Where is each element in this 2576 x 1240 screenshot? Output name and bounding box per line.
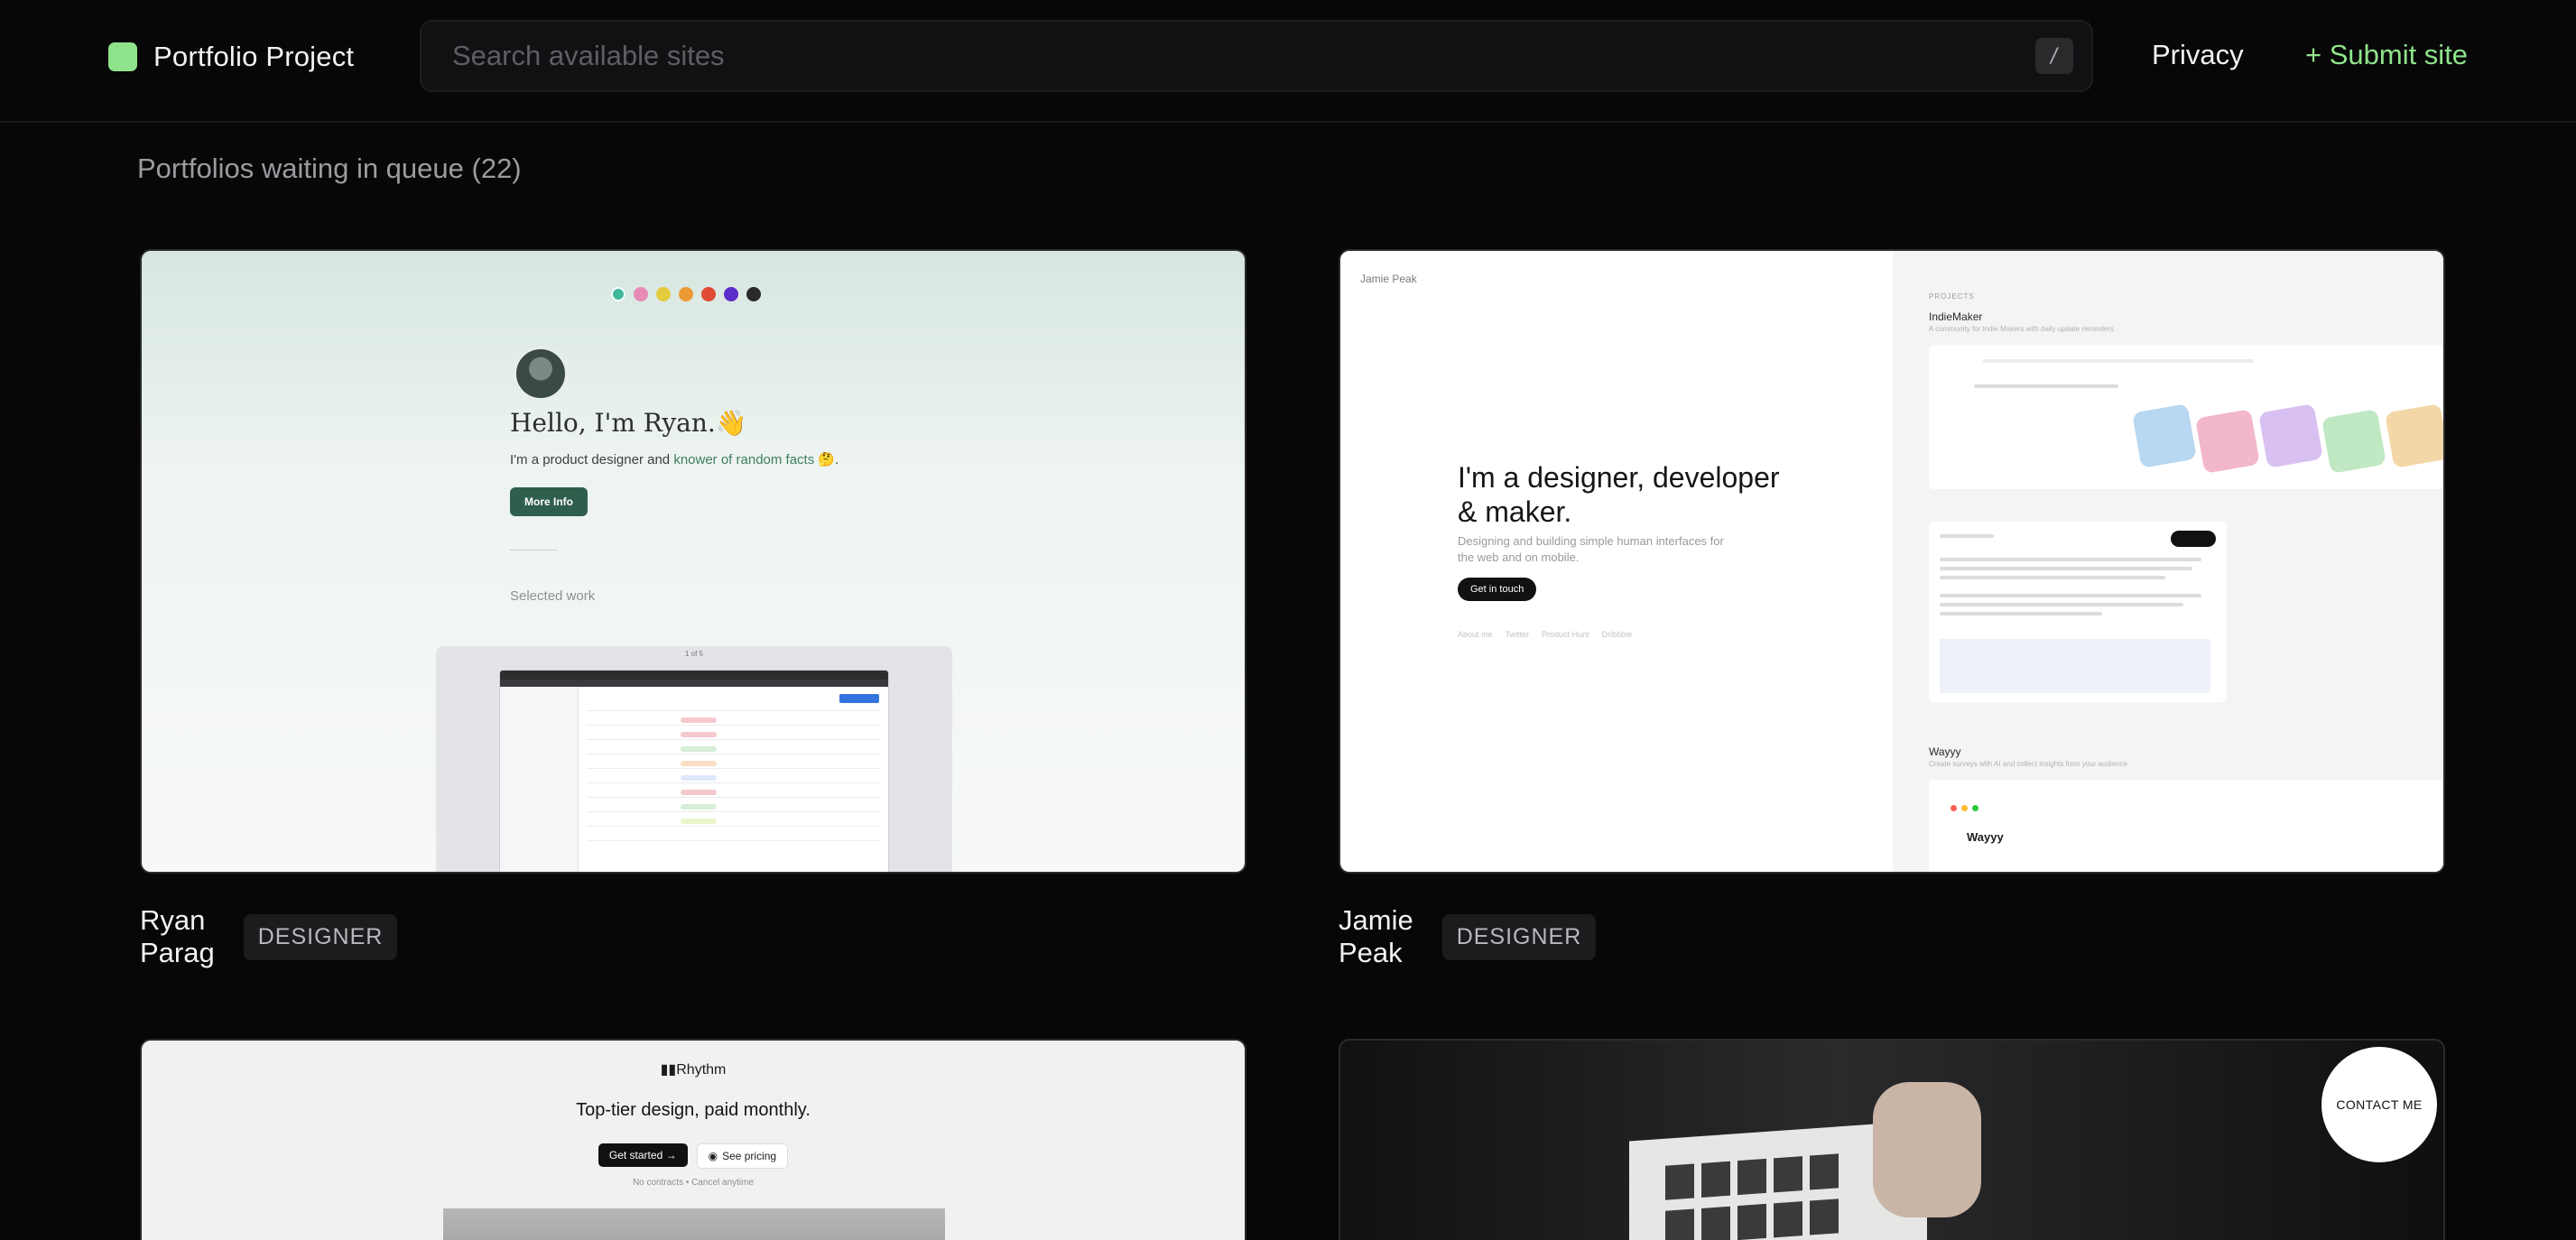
contact-me-button[interactable]: CONTACT ME [2321,1047,2437,1162]
project-screenshot [1929,345,2443,489]
project-description: A community for Indie Makers with daily … [1929,325,2114,333]
card-meta: Ryan Parag DESIGNER [140,904,398,969]
portfolio-owner-name[interactable]: Jamie Peak [1339,904,1413,969]
project-title: Wayyy [1929,745,1961,758]
preview-app-window [499,670,889,872]
preview-link: Product Hunt [1542,630,1589,639]
avatar [514,347,568,401]
swatch-icon [724,287,738,301]
preview-see-pricing-button: ◉ See pricing [696,1143,789,1169]
privacy-link[interactable]: Privacy [2152,39,2244,71]
role-badge: DESIGNER [1441,913,1597,960]
swatch-icon [656,287,671,301]
preview-more-info-button: More Info [510,487,588,516]
portfolio-preview[interactable]: Jamie Peak I'm a designer, developer & m… [1339,249,2445,874]
project-title: IndieMaker [1929,310,1983,323]
swatch-icon [634,287,648,301]
portfolio-owner-name[interactable]: Ryan Parag [140,904,215,969]
preview-greeting: Hello, I'm Ryan.👋 [510,408,747,438]
divider [510,550,557,551]
app-window: Portfolio Project / Privacy + Submit sit… [0,0,2576,1240]
brand-logo-icon [108,42,137,71]
preview-section-label: Selected work [510,588,596,604]
portfolio-preview[interactable]: ▮▮Rhythm Top-tier design, paid monthly. … [140,1039,1246,1240]
queue-heading: Portfolios waiting in queue (22) [137,153,522,184]
wayyy-logo: Wayyy [1967,830,2004,844]
preview-headline: Top-tier design, paid monthly. [576,1100,811,1120]
preview-headline: I'm a designer, developer & maker. [1458,461,1780,528]
preview-site-name: Jamie Peak [1360,273,1417,285]
role-badge: DESIGNER [243,913,398,960]
preview-intro: I'm a product designer and knower of ran… [510,452,839,467]
search-box[interactable]: / [420,20,2093,92]
project-screenshot: Wayyy [1929,780,2443,872]
eye-icon: ◉ [708,1150,718,1162]
frame-label: 1 of 5 [684,650,703,658]
preview-link: About me [1458,630,1493,639]
portfolio-preview[interactable]: Hello, I'm Ryan.👋 I'm a product designer… [140,249,1246,874]
preview-hand-image [1873,1082,1981,1217]
preview-projects-panel: PROJECTS IndieMaker A community for Indi… [1893,251,2443,872]
project-post-screenshot [1929,522,2227,702]
preview-app-frame: 1 of 5 [436,646,952,872]
projects-label: PROJECTS [1929,292,1975,301]
add-swatch-icon [746,287,761,301]
search-shortcut-key: / [2035,38,2073,74]
brand-name: Portfolio Project [153,41,355,72]
preview-buttons: Get started → ◉ See pricing [142,1143,1245,1169]
swatch-icon [679,287,693,301]
preview-subline: Designing and building simple human inte… [1458,534,1724,564]
top-bar: Portfolio Project / Privacy + Submit sit… [0,0,2576,123]
card-meta: Jamie Peak DESIGNER [1339,904,1597,969]
preview-links: About me Twitter Product Hunt Dribbble [1458,630,1632,639]
preview-link: Dribbble [1601,630,1633,639]
preview-get-in-touch-button: Get in touch [1458,578,1537,601]
preview-link: Twitter [1505,630,1530,639]
color-swatches [611,287,761,301]
brand-link[interactable]: Portfolio Project [108,41,354,73]
portfolio-preview[interactable] [1339,1039,2445,1240]
swatch-icon [611,287,625,301]
preview-logo: ▮▮Rhythm [660,1062,727,1078]
preview-get-started-button: Get started → [598,1143,688,1167]
project-description: Create surveys with AI and collect insig… [1929,760,2128,768]
swatch-icon [701,287,716,301]
submit-site-link[interactable]: + Submit site [2305,39,2468,71]
preview-photo [443,1208,945,1240]
preview-note: No contracts • Cancel anytime [632,1178,755,1188]
search-input[interactable] [450,39,2035,73]
